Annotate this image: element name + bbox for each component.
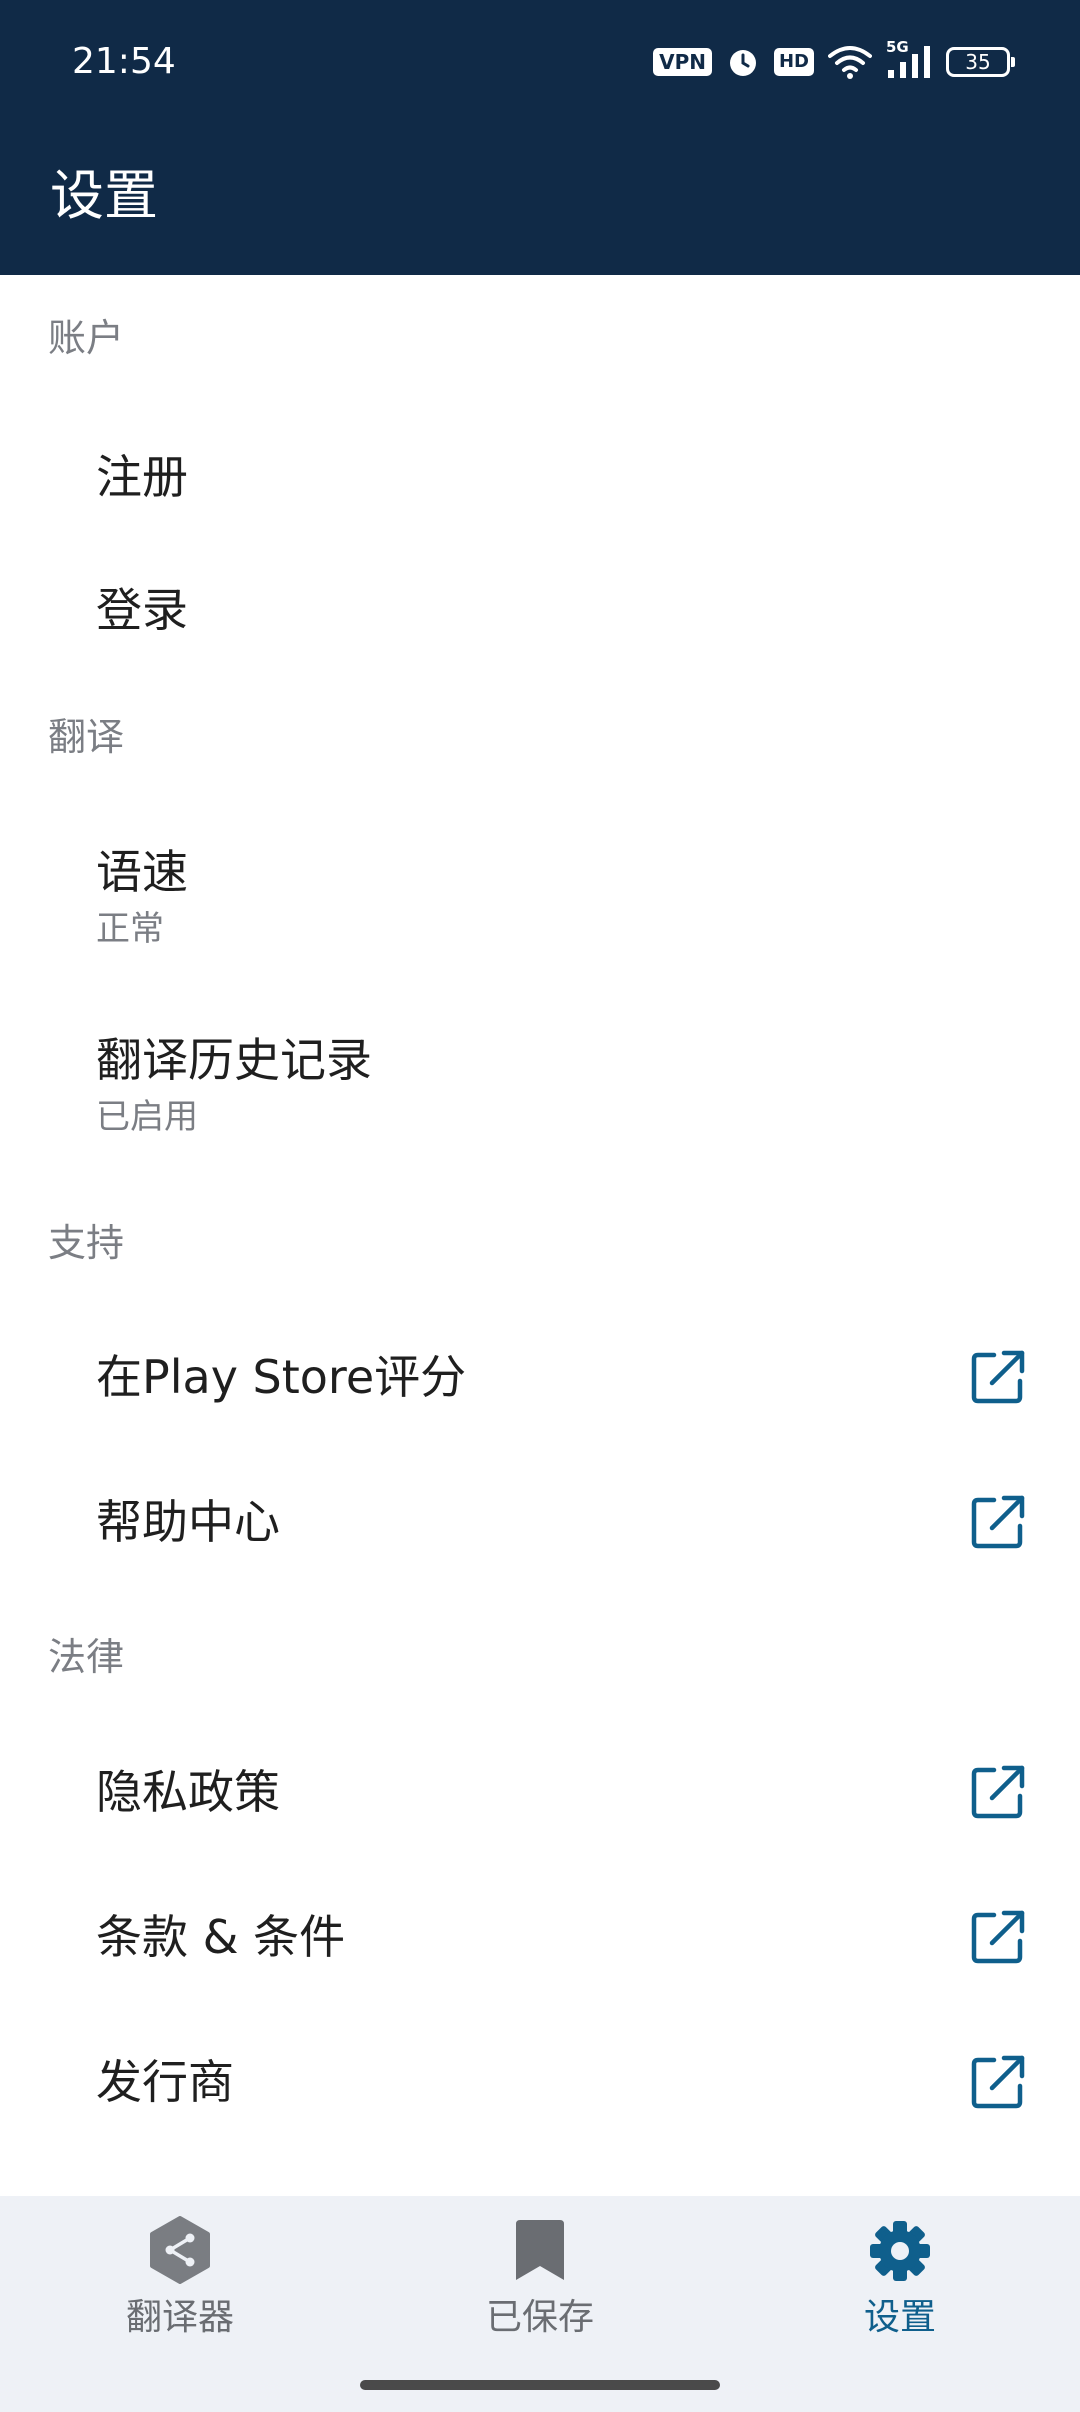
nav-tab-saved[interactable]: 已保存 [360,2216,720,2366]
settings-item-translation-history[interactable]: 翻译历史记录 已启用 [0,995,1080,1175]
home-indicator[interactable] [360,2380,720,2390]
settings-item-label: 翻译历史记录 [96,1033,372,1087]
status-time: 21:54 [72,41,176,82]
external-link-icon [971,1765,1025,1819]
settings-item-label: 语速 [96,845,188,899]
nav-tab-label: 设置 [863,2297,936,2338]
gear-icon [870,2221,930,2281]
top-app-bar: 21:54 VPN HD 5G 35 设置 [0,0,1080,275]
settings-item-label: 发行商 [96,2055,234,2109]
battery-indicator: 35 [946,47,1015,77]
page-title: 设置 [50,164,158,227]
settings-item-label: 隐私政策 [96,1765,280,1819]
translator-icon [150,2216,210,2284]
bookmark-icon [516,2220,564,2280]
alarm-icon [726,45,760,79]
wifi-icon [828,44,872,80]
settings-item-label: 注册 [96,450,188,504]
settings-item-label: 登录 [96,583,188,637]
settings-item-value: 已启用 [96,1097,198,1137]
settings-item-label: 在Play Store评分 [96,1350,467,1404]
settings-item-rate-play-store[interactable]: 在Play Store评分 [0,1305,1080,1450]
external-link-icon [971,1910,1025,1964]
section-header-support: 支持 [48,1221,125,1265]
external-link-icon [971,1350,1025,1404]
settings-item-label: 帮助中心 [96,1495,280,1549]
hd-badge: HD [773,48,814,76]
vpn-badge: VPN [653,48,712,76]
nav-tab-settings[interactable]: 设置 [720,2216,1080,2366]
section-header-translation: 翻译 [48,715,125,759]
settings-item-help-center[interactable]: 帮助中心 [0,1450,1080,1595]
external-link-icon [971,2055,1025,2109]
nav-tab-translator[interactable]: 翻译器 [0,2216,360,2366]
settings-item-speech-rate[interactable]: 语速 正常 [0,805,1080,985]
nav-tab-label: 翻译器 [125,2297,234,2338]
status-icons: VPN HD 5G 35 [653,38,1015,86]
settings-item-privacy-policy[interactable]: 隐私政策 [0,1720,1080,1865]
nav-tab-label: 已保存 [485,2297,594,2338]
settings-item-register[interactable]: 注册 [0,410,1080,545]
settings-item-value: 正常 [96,909,164,949]
settings-item-publisher[interactable]: 发行商 [0,2010,1080,2155]
cellular-signal-icon: 5G [886,38,932,80]
settings-item-terms-conditions[interactable]: 条款 & 条件 [0,1865,1080,2010]
section-header-legal: 法律 [48,1635,125,1679]
external-link-icon [971,1495,1025,1549]
settings-item-login[interactable]: 登录 [0,545,1080,675]
network-type: 5G [886,38,909,56]
section-header-account: 账户 [48,316,125,360]
settings-item-label: 条款 & 条件 [96,1910,346,1964]
